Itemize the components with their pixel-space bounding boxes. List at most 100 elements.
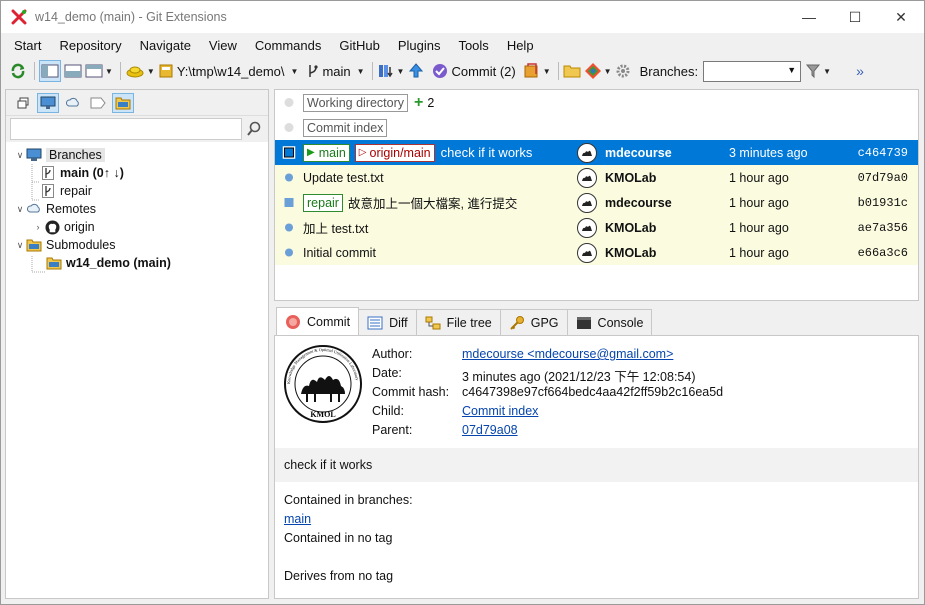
close-button[interactable]: ✕: [878, 2, 924, 32]
ref-badge-local[interactable]: repair: [303, 193, 343, 212]
commit-button[interactable]: Commit (2): [432, 60, 516, 82]
refresh-button[interactable]: [9, 60, 27, 82]
filter-button[interactable]: ▼: [805, 60, 831, 82]
push-icon: [409, 63, 424, 78]
console-icon: [576, 316, 592, 330]
menu-start[interactable]: Start: [1, 38, 50, 53]
maximize-button[interactable]: ☐: [832, 2, 878, 32]
stash-icon: [126, 66, 144, 78]
layout-left-button[interactable]: [39, 60, 61, 82]
revision-row[interactable]: ▶ main ▷ origin/main check if it works mde…: [275, 140, 918, 165]
graph-node: [284, 98, 294, 107]
child-field: Child: Commit index: [372, 404, 538, 423]
collapse-all-button[interactable]: [12, 93, 34, 113]
chevron-down-icon: ▼: [290, 66, 299, 76]
layout-split-button[interactable]: [64, 60, 82, 82]
menu-plugins[interactable]: Plugins: [389, 38, 450, 53]
open-folder-button[interactable]: [563, 60, 581, 82]
remote-origin-label: origin: [64, 220, 95, 234]
pull-icon: [378, 65, 393, 78]
show-tags-button[interactable]: [87, 93, 109, 113]
revision-row[interactable]: Update test.txt KMOLab 1 hour ago 07d79a…: [275, 165, 918, 190]
plus-icon: +: [414, 93, 424, 111]
submodule-folder-icon: [115, 97, 131, 109]
tab-diff[interactable]: Diff: [358, 309, 417, 335]
stash-button[interactable]: ▼: [125, 60, 155, 82]
minimize-button[interactable]: —: [786, 2, 832, 32]
menu-tools[interactable]: Tools: [449, 38, 497, 53]
push-button[interactable]: [407, 60, 425, 82]
stash-changes-button[interactable]: ▼: [523, 60, 551, 82]
author-link[interactable]: mdecourse <mdecourse@gmail.com>: [462, 347, 673, 366]
avatar: [577, 242, 597, 263]
play-icon: ▶: [307, 147, 315, 158]
menu-commands[interactable]: Commands: [246, 38, 330, 53]
commit-info-panel: KMOL Knowledge Management & Optimal Util…: [274, 335, 919, 599]
layout-left-panel-icon: [41, 64, 59, 78]
tag-icon: [90, 97, 106, 108]
commit-hash: ae7a356: [857, 220, 908, 235]
ref-badge-local[interactable]: ▶ main: [303, 143, 350, 162]
show-branches-button[interactable]: [37, 92, 59, 113]
revision-row-working-directory[interactable]: Working directory + 2: [275, 90, 918, 115]
tree-search-input[interactable]: [10, 118, 242, 140]
commit-date: 1 hour ago: [729, 195, 789, 210]
avatar: [577, 192, 597, 213]
menu-view[interactable]: View: [200, 38, 246, 53]
chevron-down-icon: ▼: [603, 66, 612, 76]
repository-selector[interactable]: Y:\tmp\w14_demo\ ▼: [158, 60, 299, 82]
graph-node: [285, 223, 293, 232]
tab-gpg[interactable]: GPG: [499, 309, 568, 335]
key-icon: [509, 315, 525, 331]
contained-branch-link[interactable]: main: [284, 512, 311, 526]
menu-help[interactable]: Help: [498, 38, 543, 53]
graph-node: [284, 198, 294, 207]
commit-hash-value: c4647398e97cf664bedc4aa42f2ff59b2c16ea5d: [462, 385, 724, 399]
commit-date: 1 hour ago: [729, 170, 789, 185]
menu-repository[interactable]: Repository: [50, 38, 130, 53]
commit-message: Update test.txt: [303, 170, 384, 185]
revision-row[interactable]: repair 故意加上一個大檔案, 進行提交 mdecourse 1 hour …: [275, 190, 918, 215]
search-icon[interactable]: [246, 121, 262, 137]
toolbar-overflow-button[interactable]: »: [856, 63, 864, 79]
git-bash-button[interactable]: ▼: [584, 60, 612, 82]
commit-date: 3 minutes ago: [729, 145, 808, 160]
layout-bottom-icon: [85, 64, 103, 78]
working-directory-label: Working directory: [303, 93, 409, 112]
commit-author: KMOLab: [605, 245, 657, 260]
filter-icon: [806, 64, 821, 79]
branch-selector[interactable]: main ▼: [307, 60, 365, 82]
branches-filter-dropdown[interactable]: ▼: [703, 60, 802, 82]
revision-row[interactable]: 加上 test.txt KMOLab 1 hour ago ae7a356: [275, 215, 918, 240]
folder-icon: [563, 65, 581, 78]
tab-console[interactable]: Console: [566, 309, 653, 335]
commit-message: 故意加上一個大檔案, 進行提交: [347, 197, 518, 211]
layout-menu-button[interactable]: ▼: [85, 60, 113, 82]
tab-commit[interactable]: Commit: [276, 307, 360, 335]
settings-button[interactable]: [615, 60, 631, 82]
tab-file-tree[interactable]: File tree: [415, 309, 501, 335]
avatar: [577, 167, 597, 188]
pull-button[interactable]: ▼: [377, 60, 404, 82]
title-bar: w14_demo (main) - Git Extensions — ☐ ✕: [1, 1, 924, 33]
menu-github[interactable]: GitHub: [330, 38, 388, 53]
refresh-icon: [11, 63, 25, 79]
branch-icon: [309, 65, 319, 77]
show-submodules-button[interactable]: [112, 92, 134, 113]
contained-tag-text: Contained in no tag: [284, 531, 393, 545]
parent-link[interactable]: 07d79a08: [462, 423, 518, 442]
show-remotes-button[interactable]: [62, 93, 84, 113]
commit-author: KMOLab: [605, 170, 657, 185]
ref-badge-remote[interactable]: ▷ origin/main: [354, 143, 435, 162]
commit-check-icon: [433, 64, 448, 78]
commit-date: 1 hour ago: [729, 220, 789, 235]
chevron-down-icon: ▼: [356, 66, 365, 76]
menu-navigate[interactable]: Navigate: [131, 38, 200, 53]
revision-row-commit-index[interactable]: Commit index: [275, 115, 918, 140]
menu-bar: Start Repository Navigate View Commands …: [1, 34, 924, 56]
commit-author: KMOLab: [605, 220, 657, 235]
chevron-down-icon: ▼: [787, 64, 797, 75]
file-tree-icon: [425, 316, 441, 330]
child-link[interactable]: Commit index: [462, 404, 538, 423]
revision-row[interactable]: Initial commit KMOLab 1 hour ago e66a3c6: [275, 240, 918, 265]
